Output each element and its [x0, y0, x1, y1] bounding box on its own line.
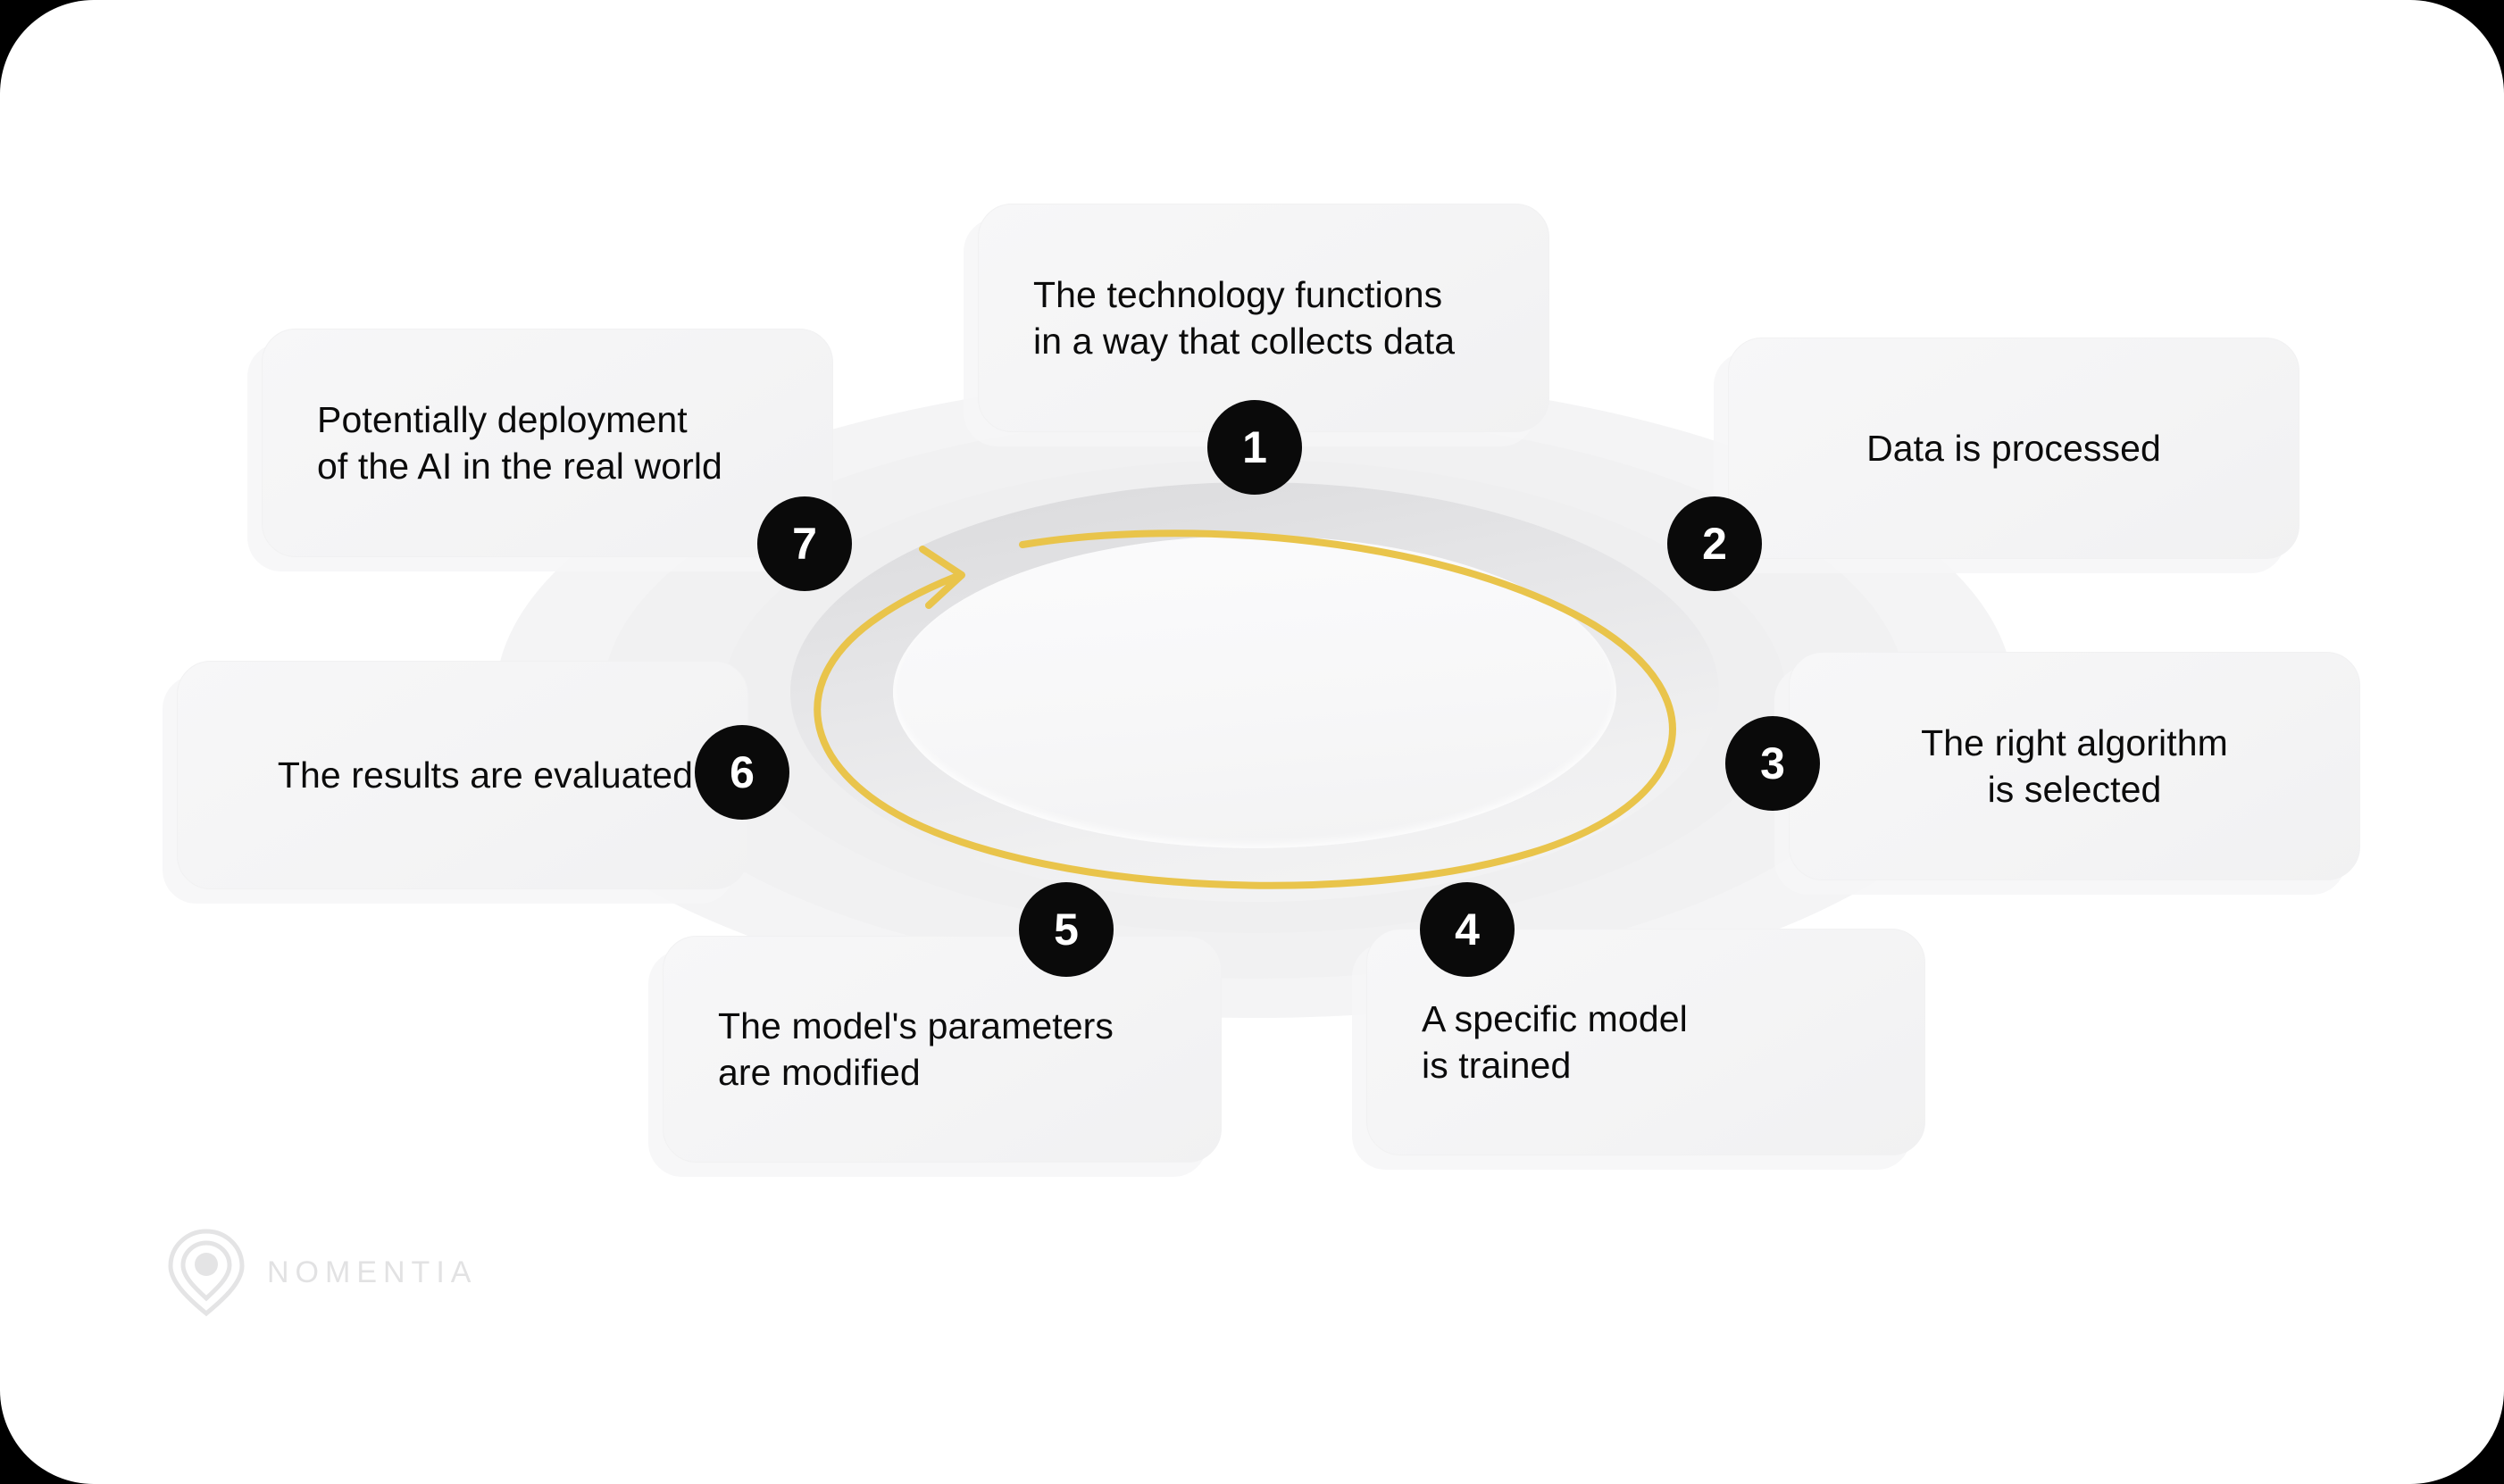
step-card-6-label: The results are evaluated — [277, 754, 693, 796]
step-badge-3[interactable]: 3 — [1725, 716, 1820, 811]
step-card-3-label: The right algorithm is selected — [1921, 721, 2228, 810]
step-card-2-label: Data is processed — [1866, 427, 2161, 469]
step-card-2[interactable]: Data is processed — [1714, 338, 2300, 573]
step-badge-6[interactable]: 6 — [695, 725, 789, 820]
step-card-5[interactable]: The model's parameters are modified — [648, 936, 1222, 1177]
step-badge-1[interactable]: 1 — [1207, 400, 1302, 495]
nomentia-pin-logo-icon — [168, 1229, 245, 1317]
step-badge-4[interactable]: 4 — [1420, 882, 1515, 977]
step-card-6[interactable]: The results are evaluated — [163, 661, 748, 904]
step-badge-7[interactable]: 7 — [757, 496, 852, 591]
step-card-7-label: Potentially deployment of the AI in the … — [317, 398, 722, 487]
step-badge-2[interactable]: 2 — [1667, 496, 1762, 591]
brand-name: NOMENTIA — [267, 1255, 478, 1289]
step-card-5-label: The model's parameters are modified — [718, 1005, 1114, 1093]
step-card-1-label: The technology functions in a way that c… — [1033, 273, 1456, 362]
step-card-1[interactable]: The technology functions in a way that c… — [964, 204, 1549, 446]
diagram-canvas: The technology functions in a way that c… — [0, 0, 2504, 1484]
step-card-3[interactable]: The right algorithm is selected — [1774, 652, 2360, 895]
step-card-7[interactable]: Potentially deployment of the AI in the … — [247, 329, 833, 571]
ring-inner-disc — [893, 536, 1616, 848]
brand-logo: NOMENTIA — [165, 1228, 477, 1317]
step-badge-5[interactable]: 5 — [1019, 882, 1114, 977]
